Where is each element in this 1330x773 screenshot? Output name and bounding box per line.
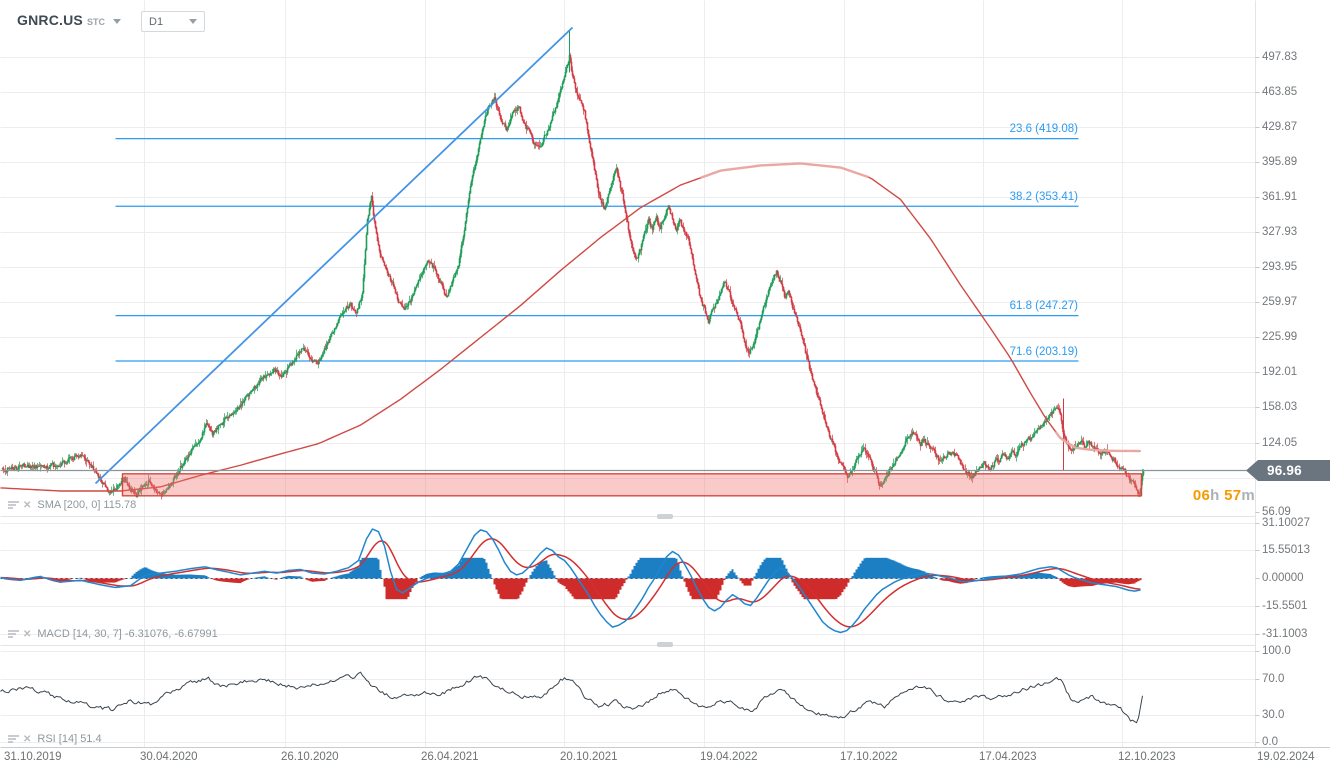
- panel-resize-handle[interactable]: [657, 514, 673, 519]
- price-axis-label: 395.89: [1262, 156, 1298, 168]
- rsi-indicator-label: RSI [14] 51.4: [37, 733, 102, 745]
- rsi-axis-label: 70.0: [1262, 673, 1285, 685]
- date-axis-label: 26.04.2021: [421, 751, 479, 763]
- indicator-settings-icon[interactable]: [8, 629, 19, 639]
- date-axis-label: 30.04.2020: [140, 751, 198, 763]
- price-axis-label: 327.93: [1262, 226, 1298, 238]
- date-axis-label: 12.10.2023: [1118, 751, 1176, 763]
- fib-level-label: 61.8 (247.27): [1009, 300, 1078, 313]
- price-axis-label: 158.03: [1262, 401, 1298, 413]
- fib-level-label: 23.6 (419.08): [1009, 123, 1078, 136]
- date-axis-label: 19.02.2024: [1257, 751, 1315, 763]
- indicator-settings-icon[interactable]: [8, 500, 19, 510]
- macd-axis-label: 15.55013: [1262, 544, 1310, 556]
- timeframe-value: D1: [149, 15, 164, 28]
- chart-window: GNRC.US STC D1 ✕ SMA [200, 0] 115.78 ✕ M…: [0, 0, 1330, 773]
- candle-countdown: 06h 57m: [1192, 487, 1255, 504]
- sma-indicator-row: ✕ SMA [200, 0] 115.78: [8, 499, 136, 511]
- macd-indicator-label: MACD [14, 30, 7] -6.31076, -6.67991: [37, 628, 218, 640]
- macd-indicator-row: ✕ MACD [14, 30, 7] -6.31076, -6.67991: [8, 628, 218, 640]
- chevron-down-icon[interactable]: [189, 19, 197, 24]
- price-axis-label: 124.05: [1262, 437, 1298, 449]
- date-axis-label: 31.10.2019: [4, 751, 62, 763]
- indicator-settings-icon[interactable]: [8, 734, 19, 744]
- panel-resize-handle[interactable]: [657, 642, 673, 647]
- indicator-remove-icon[interactable]: ✕: [23, 500, 31, 511]
- macd-axis-label: 31.10027: [1262, 517, 1310, 529]
- price-axis-label: 293.95: [1262, 261, 1298, 273]
- price-axis-label: 192.01: [1262, 366, 1298, 378]
- rsi-indicator-row: ✕ RSI [14] 51.4: [8, 733, 102, 745]
- market-suffix: STC: [86, 16, 105, 27]
- fib-level-label: 38.2 (353.41): [1009, 190, 1078, 203]
- indicator-remove-icon[interactable]: ✕: [23, 629, 31, 640]
- chevron-down-icon[interactable]: [112, 18, 121, 24]
- date-axis-label: 26.10.2020: [281, 751, 339, 763]
- current-price-value: 96.96: [1267, 463, 1302, 478]
- price-axis-label: 429.87: [1262, 121, 1298, 133]
- symbol-name: GNRC.US: [17, 12, 83, 28]
- date-axis-label: 19.04.2022: [700, 751, 758, 763]
- date-axis-label: 20.10.2021: [560, 751, 618, 763]
- macd-axis-label: -31.1003: [1262, 628, 1308, 640]
- macd-axis-label: 0.00000: [1262, 572, 1304, 584]
- rsi-axis-label: 100.0: [1262, 645, 1291, 657]
- price-axis-label: 259.97: [1262, 296, 1298, 308]
- sma-indicator-label: SMA [200, 0] 115.78: [37, 499, 137, 511]
- rsi-axis-label: 0.0: [1262, 736, 1278, 748]
- price-chart-canvas[interactable]: [0, 0, 1330, 773]
- price-axis-label: 225.99: [1262, 331, 1298, 343]
- date-axis-label: 17.10.2022: [840, 751, 898, 763]
- symbol-selector[interactable]: GNRC.US STC: [17, 10, 121, 30]
- current-price-badge: 96.96: [1246, 460, 1330, 481]
- price-axis-label: 497.83: [1262, 51, 1298, 63]
- rsi-axis-label: 30.0: [1262, 709, 1285, 721]
- timeframe-select[interactable]: D1: [141, 11, 205, 32]
- date-axis-label: 17.04.2023: [979, 751, 1037, 763]
- price-axis-label: 463.85: [1262, 86, 1298, 98]
- price-axis-label: 361.91: [1262, 191, 1298, 203]
- indicator-remove-icon[interactable]: ✕: [23, 734, 31, 745]
- macd-axis-label: -15.5501: [1262, 600, 1308, 612]
- fib-level-label: 71.6 (203.19): [1009, 345, 1078, 358]
